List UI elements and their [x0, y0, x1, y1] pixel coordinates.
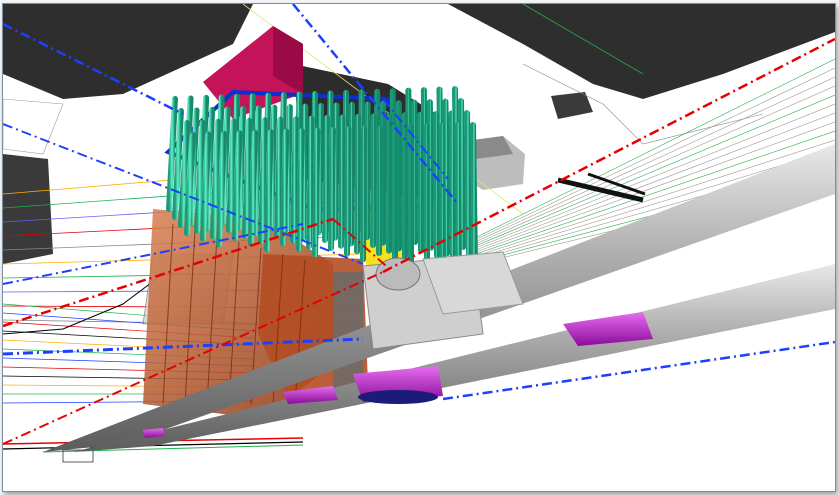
pile — [274, 116, 284, 238]
viewer-window — [2, 3, 836, 492]
pile — [280, 128, 290, 246]
pile — [376, 125, 383, 256]
pile — [454, 122, 462, 273]
pile — [258, 117, 268, 245]
building-roof-right — [448, 4, 835, 99]
scene-canvas[interactable] — [3, 4, 835, 491]
pile — [448, 110, 456, 265]
pile — [464, 110, 472, 258]
pile — [338, 114, 346, 249]
pile — [423, 123, 430, 261]
pile — [370, 113, 377, 248]
pile — [290, 116, 299, 244]
pile — [426, 99, 434, 251]
pile — [432, 111, 440, 259]
pile — [328, 127, 336, 251]
pile — [312, 127, 321, 258]
pile — [354, 113, 362, 255]
pile — [417, 111, 424, 253]
pile — [470, 122, 478, 266]
3d-viewport[interactable] — [3, 4, 835, 491]
pile — [438, 123, 446, 267]
pile — [411, 99, 418, 245]
pile — [360, 125, 368, 263]
pile — [344, 126, 352, 257]
pile — [248, 129, 259, 247]
pile — [296, 128, 305, 252]
pile — [348, 101, 356, 247]
building-dark-left — [3, 154, 53, 264]
tunnel-shadow — [358, 390, 438, 404]
pile — [364, 101, 371, 240]
